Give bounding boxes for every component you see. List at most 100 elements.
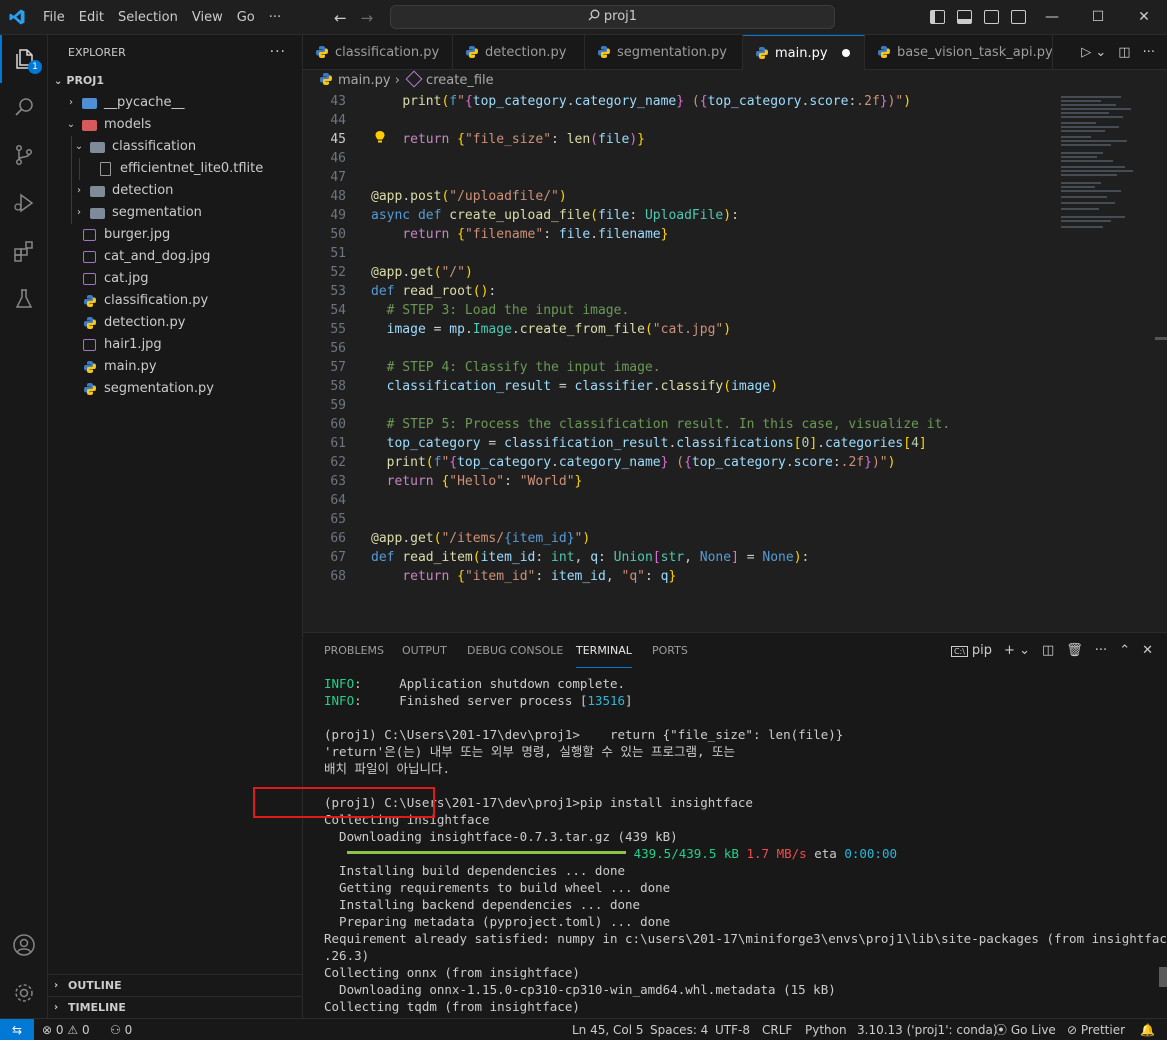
prettier-button[interactable]: ⊘ Prettier	[1067, 1019, 1125, 1040]
workspace-root[interactable]: ⌄ PROJ1	[48, 70, 302, 92]
chevron-right-icon: ›	[77, 207, 81, 218]
tree-file-cat[interactable]: cat.jpg	[48, 268, 302, 290]
python-interpreter[interactable]: 3.10.13 ('proj1': conda)	[857, 1019, 998, 1040]
terminal-line: Installing backend dependencies ... done	[324, 897, 641, 912]
source-control-icon[interactable]	[0, 131, 48, 179]
customize-layout-icon[interactable]	[1011, 10, 1026, 24]
run-play-icon[interactable]: ▷ ⌄	[1081, 45, 1106, 60]
toggle-panel-icon[interactable]	[957, 10, 972, 24]
remote-indicator-icon[interactable]: ⇆	[0, 1019, 34, 1040]
menu-selection[interactable]: Selection	[111, 10, 185, 25]
minimap[interactable]	[1061, 92, 1157, 632]
menu-more[interactable]: ···	[262, 10, 288, 25]
activity-bar: 1	[0, 35, 48, 1018]
end-of-line[interactable]: CRLF	[762, 1019, 792, 1040]
timeline-label: TIMELINE	[68, 1001, 126, 1014]
testing-flask-icon[interactable]	[0, 275, 48, 323]
tab-main-py[interactable]: main.py	[743, 35, 865, 70]
tab-detection-py[interactable]: detection.py	[453, 35, 585, 70]
extensions-icon[interactable]	[0, 227, 48, 275]
toggle-secondary-sidebar-icon[interactable]	[984, 10, 999, 24]
more-actions-icon[interactable]: ···	[1095, 643, 1107, 658]
tree-label: burger.jpg	[104, 227, 171, 242]
notifications-bell-icon[interactable]: 🔔	[1140, 1019, 1155, 1040]
menu-view[interactable]: View	[185, 10, 230, 25]
new-terminal-plus-icon[interactable]: + ⌄	[1004, 643, 1030, 658]
explorer-badge: 1	[28, 60, 42, 74]
tree-file-burger[interactable]: burger.jpg	[48, 224, 302, 246]
unsaved-dot-icon[interactable]	[842, 49, 850, 57]
editor-scrollbar[interactable]	[1155, 337, 1167, 340]
tab-debug-console[interactable]: DEBUG CONSOLE	[467, 633, 563, 668]
more-actions-icon[interactable]: ···	[270, 35, 286, 70]
cursor-position[interactable]: Ln 45, Col 5	[572, 1019, 644, 1040]
go-live-button[interactable]: ⦿ Go Live	[995, 1019, 1056, 1040]
run-debug-icon[interactable]	[0, 179, 48, 227]
trash-icon[interactable]: 🗑	[1066, 643, 1083, 658]
maximize-panel-icon[interactable]: ⌃	[1119, 643, 1130, 658]
line-number: 49	[330, 208, 346, 223]
line-number: 51	[330, 246, 346, 261]
tree-folder-pycache[interactable]: › __pycache__	[48, 92, 302, 114]
search-view-icon[interactable]	[0, 83, 48, 131]
tab-problems[interactable]: PROBLEMS	[324, 633, 384, 668]
tree-file-cat-and-dog[interactable]: cat_and_dog.jpg	[48, 246, 302, 268]
maximize-button[interactable]: ☐	[1075, 0, 1121, 34]
tab-classification-py[interactable]: classification.py	[303, 35, 453, 70]
python-file-icon	[466, 46, 478, 58]
tab-ports[interactable]: PORTS	[652, 633, 688, 668]
terminal-selector[interactable]: C:\ pip	[950, 643, 992, 658]
breadcrumb-file[interactable]: main.py	[338, 73, 391, 88]
terminal-line: Preparing metadata (pyproject.toml) ... …	[324, 914, 671, 929]
tab-base-vision-task-api-py[interactable]: base_vision_task_api.py	[865, 35, 1053, 70]
minimize-button[interactable]: —	[1029, 0, 1075, 34]
folder-icon	[90, 186, 105, 197]
toggle-primary-sidebar-icon[interactable]	[930, 10, 945, 24]
tree-file-detection-py[interactable]: detection.py	[48, 312, 302, 334]
tab-segmentation-py[interactable]: segmentation.py	[585, 35, 743, 70]
timeline-section[interactable]: › TIMELINE	[48, 996, 303, 1018]
menu-edit[interactable]: Edit	[72, 10, 111, 25]
line-number: 67	[330, 550, 346, 565]
manage-gear-icon[interactable]	[0, 969, 48, 1017]
python-file-icon	[320, 73, 332, 85]
tree-file-tflite[interactable]: efficientnet_lite0.tflite	[48, 158, 302, 180]
breadcrumb-symbol[interactable]: create_file	[426, 73, 494, 88]
close-panel-icon[interactable]: ✕	[1142, 643, 1153, 658]
close-window-button[interactable]: ✕	[1121, 0, 1167, 34]
tree-file-classification-py[interactable]: classification.py	[48, 290, 302, 312]
code-text: top_category = classification_result.cla…	[386, 436, 927, 451]
back-arrow-icon[interactable]: ←	[334, 9, 347, 27]
menu-go[interactable]: Go	[230, 10, 262, 25]
outline-section[interactable]: › OUTLINE	[48, 974, 303, 996]
language-mode[interactable]: Python	[805, 1019, 847, 1040]
folder-icon	[82, 98, 97, 109]
terminal-scrollbar[interactable]	[1159, 967, 1167, 987]
problems-indicator[interactable]: ⊗ 0 ⚠ 0	[42, 1019, 90, 1040]
split-terminal-icon[interactable]: ◫	[1042, 643, 1054, 658]
code-text: return {"file_size": len(file)}	[402, 132, 645, 147]
tab-output[interactable]: OUTPUT	[402, 633, 447, 668]
terminal-output[interactable]: INFO: Application shutdown complete. INF…	[324, 675, 1167, 1015]
tree-folder-models[interactable]: ⌄ models	[48, 114, 302, 136]
command-center-search[interactable]: proj1	[390, 5, 835, 29]
tree-folder-segmentation[interactable]: › segmentation	[48, 202, 302, 224]
explorer-icon[interactable]: 1	[0, 35, 48, 83]
menu-file[interactable]: File	[36, 10, 72, 25]
panel-actions: C:\ pip + ⌄ ◫ 🗑 ··· ⌃ ✕	[950, 633, 1153, 668]
tree-file-segmentation-py[interactable]: segmentation.py	[48, 378, 302, 400]
tree-file-main-py[interactable]: main.py	[48, 356, 302, 378]
tab-terminal[interactable]: TERMINAL	[576, 633, 632, 668]
indentation[interactable]: Spaces: 4	[650, 1019, 708, 1040]
more-actions-icon[interactable]: ···	[1143, 45, 1155, 60]
split-editor-icon[interactable]: ◫	[1118, 45, 1130, 60]
code-editor[interactable]: 43 44 45 46 47 48 49 50 51 52 53 54 55 56 57 58 59 60 61 62…	[303, 92, 1167, 632]
tree-file-hair1[interactable]: hair1.jpg	[48, 334, 302, 356]
accounts-icon[interactable]	[0, 921, 48, 969]
forward-arrow-icon[interactable]: →	[361, 9, 374, 27]
line-number: 57	[330, 360, 346, 375]
tree-folder-classification[interactable]: ⌄ classification	[48, 136, 302, 158]
ports-indicator[interactable]: ⚇ 0	[110, 1019, 132, 1040]
tree-folder-detection[interactable]: › detection	[48, 180, 302, 202]
encoding[interactable]: UTF-8	[715, 1019, 750, 1040]
